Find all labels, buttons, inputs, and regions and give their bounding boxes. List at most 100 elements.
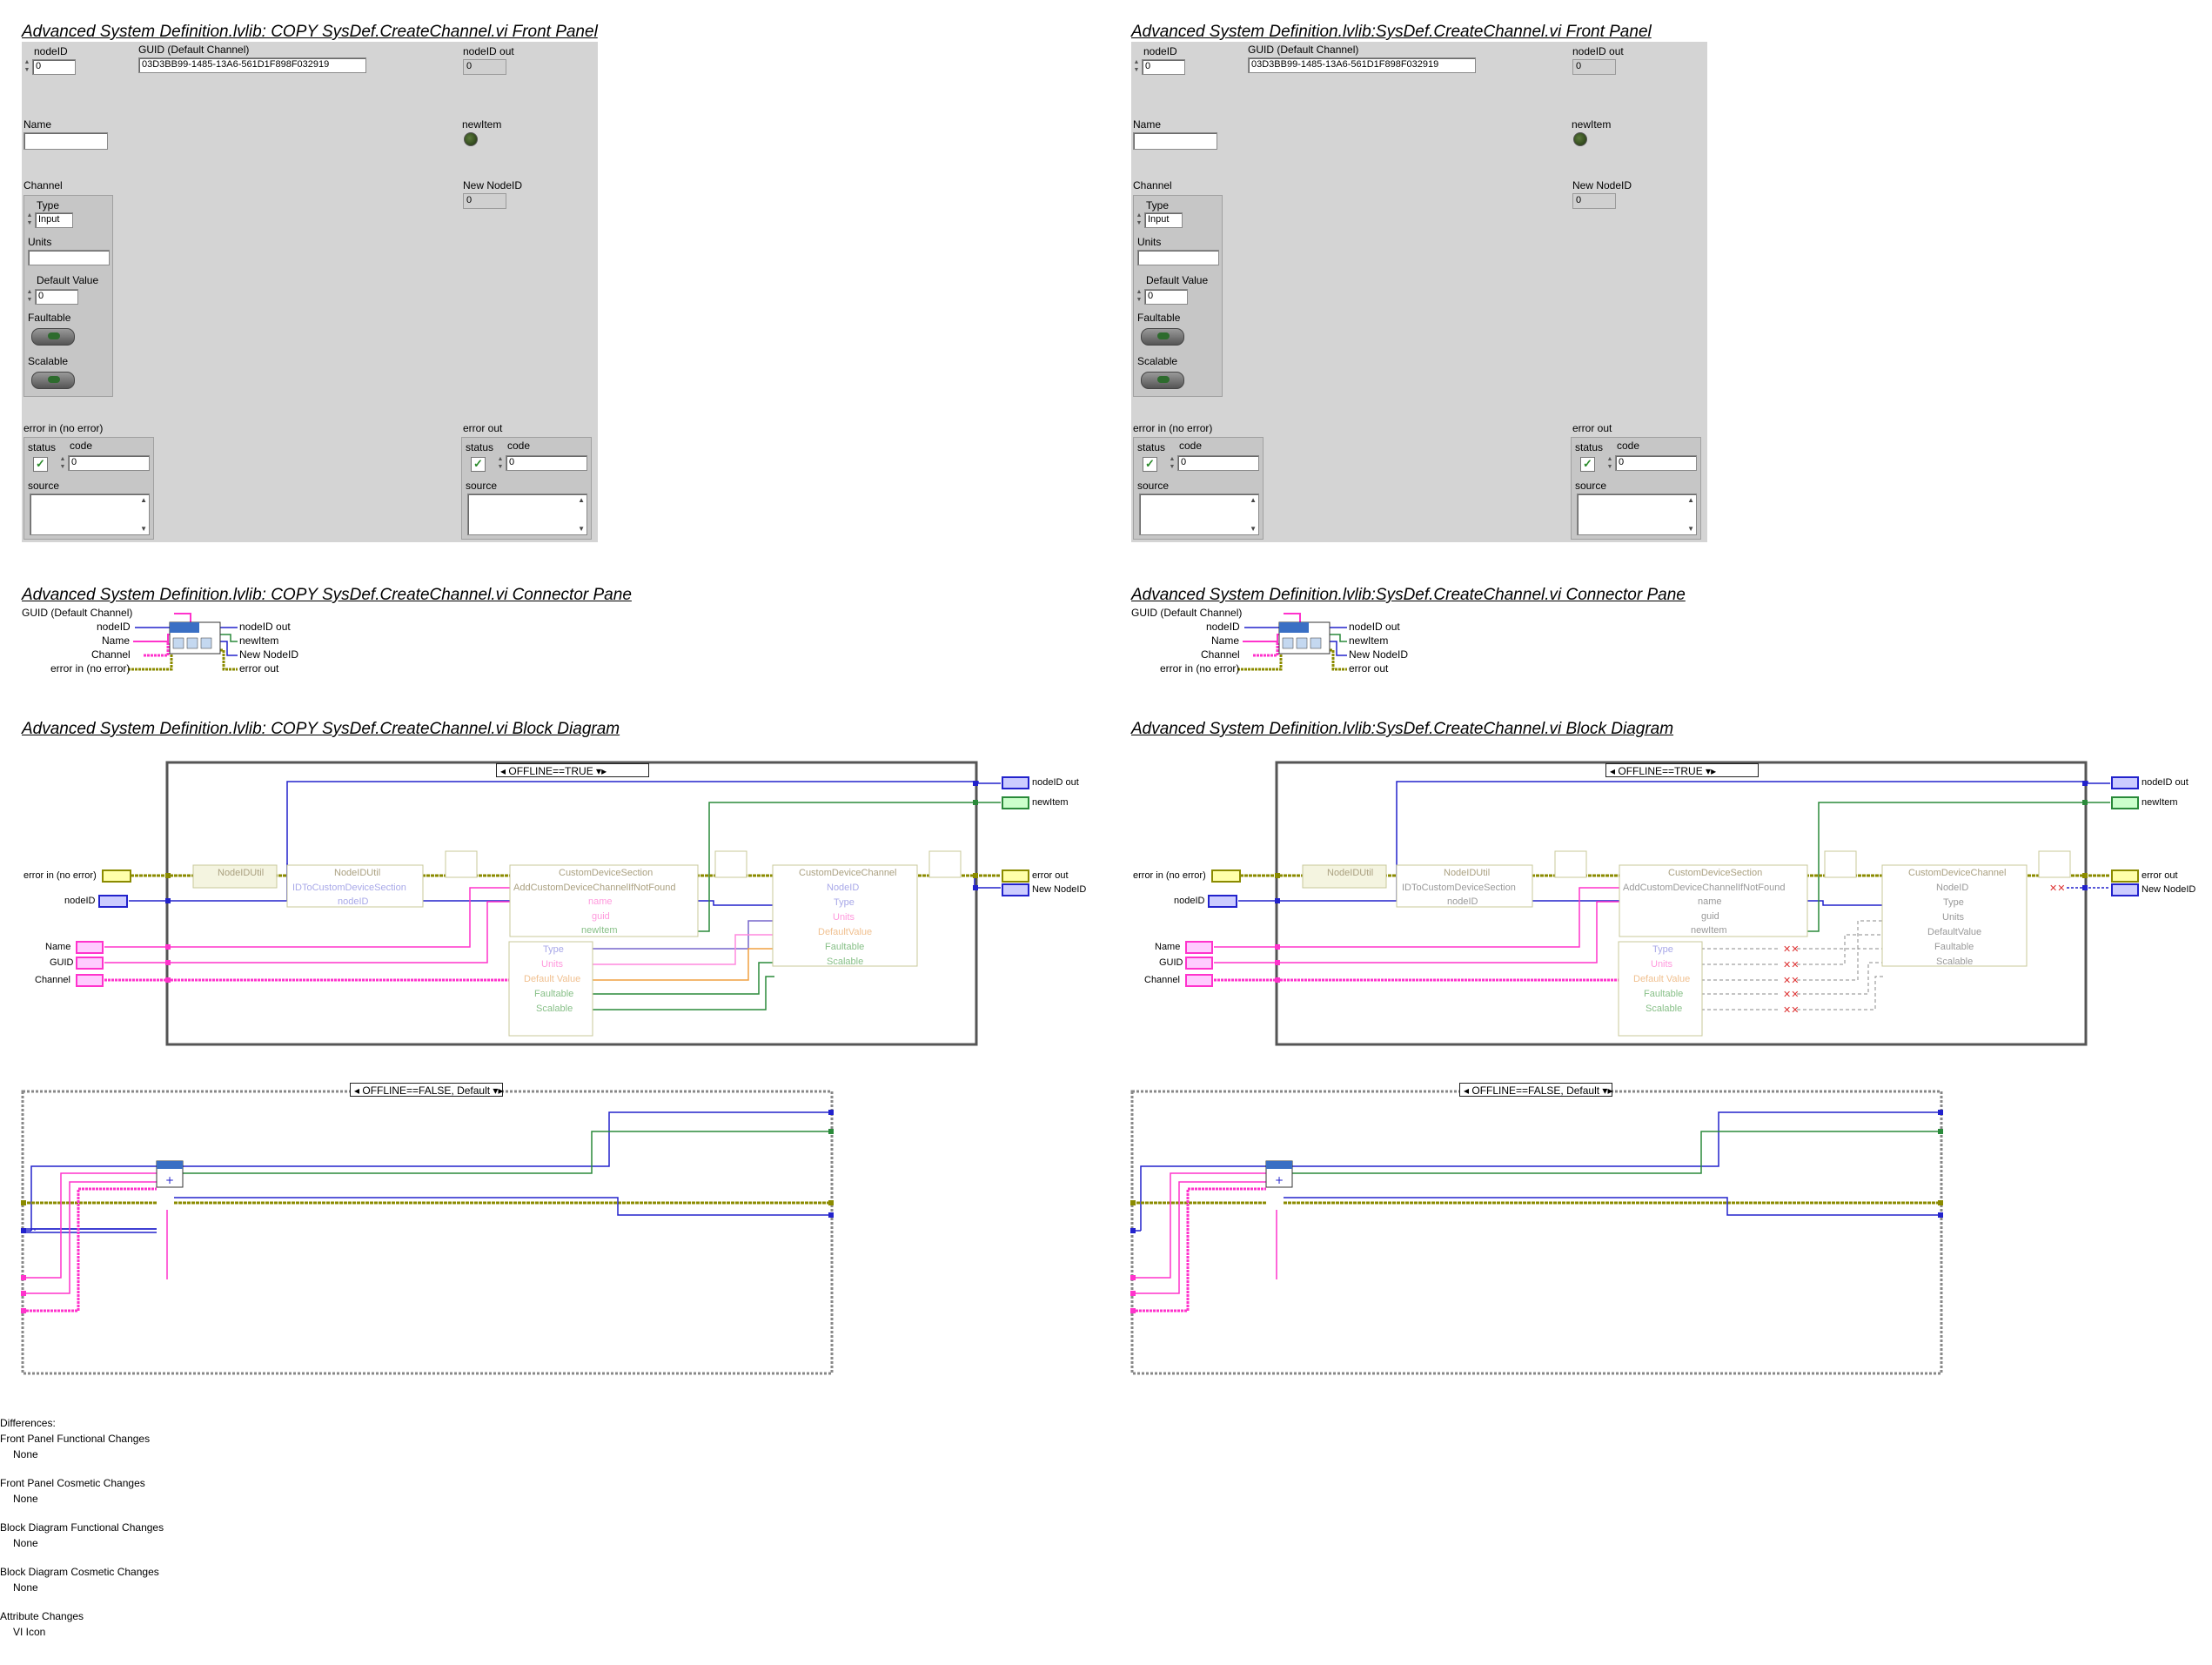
units-input[interactable] [28, 250, 110, 265]
diff-bd-cosmetic-value: None [13, 1581, 38, 1594]
case-selector-true[interactable]: ◂ OFFLINE==TRUE ▾▸ [1605, 763, 1759, 777]
error-out-source-label: source [466, 480, 498, 492]
error-out-scroll-up-icon[interactable]: ▲ [1687, 496, 1694, 504]
guid-input[interactable]: 03D3BB99-1485-13A6-561D1F898F032919 [1248, 57, 1476, 73]
node-param-name: name [1698, 896, 1722, 907]
error-in-scroll-up-icon[interactable]: ▲ [140, 496, 147, 504]
left-connector-pane: GUID (Default Channel) nodeID Name Chann… [22, 607, 335, 676]
newitem-led [1573, 132, 1587, 146]
error-out-scroll-down-icon[interactable]: ▼ [1687, 525, 1694, 533]
case-selector-false[interactable]: ◂ OFFLINE==FALSE, Default ▾▸ [1459, 1083, 1612, 1097]
node4-param-units: Units [1942, 912, 1965, 923]
type-ring[interactable]: Input [1144, 212, 1183, 228]
error-out-source-indicator[interactable]: ▲ ▼ [467, 493, 587, 535]
error-out-scroll-down-icon[interactable]: ▼ [578, 525, 585, 533]
error-out-status-label: status [466, 441, 494, 453]
left-front-panel: nodeID ▲ ▼ 0 GUID (Default Channel) 03D3B… [22, 42, 598, 542]
conn-output-nodeid-out: nodeID out [1349, 621, 1400, 633]
newitem-led [464, 132, 478, 146]
svg-text:✕✕: ✕✕ [2049, 883, 2065, 894]
default-value-spinner[interactable]: ▲ ▼ [26, 288, 33, 304]
nodeid-spinner[interactable]: ▲ ▼ [23, 58, 30, 74]
error-in-code-input[interactable]: 0 [68, 455, 150, 471]
error-in-code-spinner[interactable]: ▲ ▼ [59, 455, 66, 471]
nodeid-input[interactable]: 0 [1142, 59, 1185, 75]
error-in-status-checkbox[interactable]: ✓ [33, 457, 48, 472]
error-out-code-label: code [507, 440, 531, 452]
faultable-toggle[interactable] [31, 328, 75, 346]
svg-text:✕✕: ✕✕ [1783, 975, 1799, 986]
error-out-code-spinner: ▲ ▼ [1606, 456, 1613, 470]
right-front-panel-title: Advanced System Definition.lvlib:SysDef.… [1131, 23, 1652, 41]
error-out-source-indicator[interactable]: ▲ ▼ [1577, 493, 1697, 535]
unbundle-default-value: Default Value [524, 974, 581, 984]
error-in-scroll-down-icon[interactable]: ▼ [1250, 525, 1257, 533]
node-param-newitem: newItem [1691, 925, 1727, 936]
error-in-status-checkbox[interactable]: ✓ [1143, 457, 1157, 472]
faultable-label: Faultable [28, 312, 71, 324]
error-out-cluster: status code ✓ ▲ ▼ 0 source ▲ ▼ [1571, 437, 1701, 540]
default-value-input[interactable]: 0 [35, 289, 78, 305]
error-in-source-input[interactable]: ▲ ▼ [1139, 493, 1259, 535]
conn-input-nodeid: nodeID [1206, 621, 1240, 633]
default-value-spinner[interactable]: ▲ ▼ [1136, 288, 1143, 304]
left-connector-title: Advanced System Definition.lvlib: COPY S… [22, 586, 632, 604]
conn-output-new-nodeid: New NodeID [239, 648, 299, 661]
bd-input-name: Name [45, 942, 71, 952]
error-in-source-label: source [28, 480, 60, 492]
node-nodeid-param: nodeID [1447, 896, 1478, 907]
case-selector-false[interactable]: ◂ OFFLINE==FALSE, Default ▾▸ [350, 1083, 503, 1097]
node-addcustomdevicechannel: AddCustomDeviceChannelIfNotFound [513, 883, 676, 893]
conn-input-channel: Channel [91, 648, 131, 661]
nodeid-out-indicator: 0 [1572, 59, 1616, 75]
svg-text:✕✕: ✕✕ [1783, 1004, 1799, 1016]
type-ring-spinner[interactable]: ▲ ▼ [1136, 211, 1143, 227]
default-value-input[interactable]: 0 [1144, 289, 1188, 305]
node4-param-scalable: Scalable [1936, 957, 1974, 967]
error-in-code-input[interactable]: 0 [1177, 455, 1259, 471]
conn-input-error-in: error in (no error) [50, 662, 131, 675]
faultable-toggle[interactable] [1141, 328, 1184, 346]
error-in-scroll-down-icon[interactable]: ▼ [140, 525, 147, 533]
node-param-guid: guid [1701, 911, 1719, 922]
guid-input[interactable]: 03D3BB99-1485-13A6-561D1F898F032919 [138, 57, 366, 73]
bd-input-name: Name [1155, 942, 1181, 952]
node4-param-nodeid: NodeID [827, 883, 860, 893]
type-ring-spinner[interactable]: ▲ ▼ [26, 211, 33, 227]
error-out-scroll-up-icon[interactable]: ▲ [578, 496, 585, 504]
nodeid-input[interactable]: 0 [32, 59, 76, 75]
name-input[interactable] [23, 132, 108, 150]
scalable-toggle[interactable] [31, 372, 75, 389]
error-out-status-indicator: ✓ [1580, 457, 1595, 472]
units-input[interactable] [1137, 250, 1219, 265]
error-in-source-input[interactable]: ▲ ▼ [30, 493, 150, 535]
error-out-status-label: status [1575, 441, 1604, 453]
error-in-code-spinner[interactable]: ▲ ▼ [1169, 455, 1176, 471]
error-in-cluster: status code ✓ ▲ ▼ 0 source ▲ ▼ [1133, 437, 1264, 540]
case-true-label: OFFLINE==TRUE [508, 765, 593, 777]
case-selector-true[interactable]: ◂ OFFLINE==TRUE ▾▸ [496, 763, 649, 777]
differences-heading: Differences: [0, 1417, 56, 1429]
right-block-false-svg: + [1130, 1090, 1943, 1375]
scalable-toggle[interactable] [1141, 372, 1184, 389]
right-block-false: + ◂ OFFLINE==FALSE, Default ▾▸ [1109, 1079, 1980, 1384]
nodeid-spinner[interactable]: ▲ ▼ [1133, 58, 1140, 74]
diff-attribute-value: VI Icon [13, 1626, 46, 1638]
left-block-false: + ◂ OFFLINE==FALSE, Default ▾▸ [0, 1079, 870, 1384]
svg-text:✕✕: ✕✕ [1783, 959, 1799, 970]
newitem-label: newItem [462, 118, 502, 131]
error-out-code-label: code [1617, 440, 1640, 452]
unbundle-type: Type [543, 944, 564, 955]
diff-attribute-title: Attribute Changes [0, 1610, 84, 1622]
node4-param-faultable: Faultable [825, 942, 865, 952]
bd-input-error-in: error in (no error) [23, 870, 97, 881]
diff-bd-cosmetic-title: Block Diagram Cosmetic Changes [0, 1566, 159, 1578]
error-in-scroll-up-icon[interactable]: ▲ [1250, 496, 1257, 504]
name-input[interactable] [1133, 132, 1217, 150]
unbundle-units: Units [1651, 959, 1673, 970]
left-block-true: ◂ OFFLINE==TRUE ▾▸ error in (no error) n… [0, 749, 1105, 1053]
bd-output-newitem: newItem [1032, 797, 1069, 808]
node-param-guid: guid [592, 911, 610, 922]
new-nodeid-indicator: 0 [463, 193, 506, 209]
type-ring[interactable]: Input [35, 212, 73, 228]
